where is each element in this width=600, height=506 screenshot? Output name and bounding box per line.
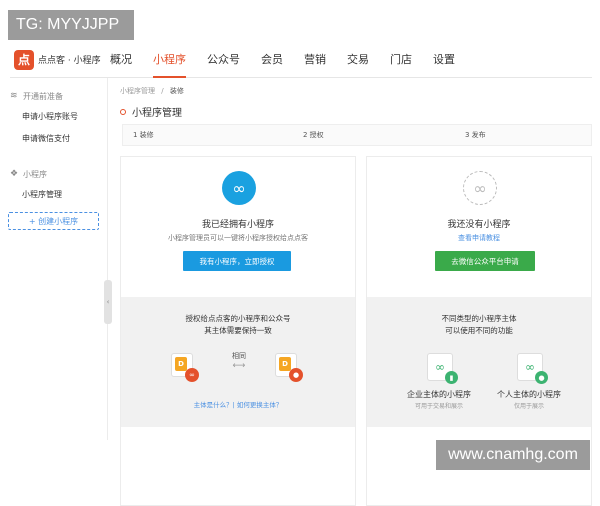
lower-title-line1: 不同类型的小程序主体 [441,314,517,323]
doc-account-icon: D ● [275,353,303,382]
enterprise-option-subtitle: 可用于交易和展示 [414,403,463,410]
nav-item-marketing[interactable]: 营销 [304,42,326,78]
sidebar-group-label: 开通前准备 [23,91,63,101]
sidebar-item-apply-account[interactable]: 申请小程序账号 [0,106,107,128]
same-label: 相同 [232,352,246,360]
nav-item-members[interactable]: 会员 [261,42,283,78]
apply-wechat-platform-button[interactable]: 去微信公众平台申请 [435,251,535,271]
personal-option-title: 个人主体的小程序 [497,390,561,399]
enterprise-option-title: 企业主体的小程序 [407,390,471,399]
page-title-text: 小程序管理 [132,108,182,119]
chart-badge-icon: ▮ [445,371,458,384]
double-arrow-icon: ⟷ [232,361,246,371]
page-title: 小程序管理 [120,104,182,119]
card-subtitle: 小程序管理员可以一键将小程序授权给点点客 [168,234,308,242]
breadcrumb-current: 装修 [169,87,184,95]
sidebar-item-apply-wechat-pay[interactable]: 申请微信支付 [0,128,107,150]
brand-logo[interactable]: 点 点点客 · 小程序 [14,49,110,70]
sidebar-group-label: 小程序 [23,169,47,179]
enterprise-miniprogram-icon: ∞ ▮ [427,353,458,384]
logo-mark-icon: 点 [14,49,34,70]
card-title: 我还没有小程序 [447,220,511,230]
breadcrumb: 小程序管理 / 装修 [120,86,184,96]
step-publish: 3 发布 [465,131,486,139]
person-badge-icon: ● [535,371,548,384]
nav-item-overview[interactable]: 概况 [110,42,132,78]
create-miniprogram-button[interactable]: + 创建小程序 [8,212,99,230]
doc-app-icon: D ∞ [171,353,199,382]
authorize-now-button[interactable]: 我有小程序，立即授权 [183,251,291,271]
progress-steps: 1 装修 2 授权 3 发布 [122,124,592,146]
nav-item-stores[interactable]: 门店 [390,42,412,78]
card-title: 我已经拥有小程序 [201,220,274,230]
same-arrows: 相同 ⟷ [213,351,265,371]
main-nav: 概况 小程序 公众号 会员 营销 交易 门店 设置 [110,42,476,78]
title-dot-icon [120,108,126,115]
nav-item-settings[interactable]: 设置 [433,42,455,78]
lower-title-line1: 授权给点点客的小程序和公众号 [185,314,291,323]
miniprogram-glyph-icon: ∞ [435,360,445,374]
entity-help-link[interactable]: 主体是什么？| 如何更换主体？ [121,399,355,409]
miniprogram-logo-icon: ∞ [222,171,256,205]
main-content: 小程序管理 / 装修 小程序管理 1 装修 2 授权 3 发布 ∞ 我已经拥有小… [112,78,592,506]
card-top: ∞ 我已经拥有小程序 小程序管理员可以一键将小程序授权给点点客 我有小程序，立即… [121,157,355,297]
breadcrumb-parent[interactable]: 小程序管理 [120,87,155,95]
lower-title-line2: 可以使用不同的功能 [445,326,513,335]
sidebar-group-miniprogram: ❖ 小程序 [0,164,107,184]
brand-name: 点点客 · 小程序 [38,56,101,66]
card-bottom: 授权给点点客的小程序和公众号 其主体需要保持一致 D ∞ 相同 ⟷ D ● 主体是什… [121,297,355,427]
step-authorize: 2 授权 [303,131,324,139]
breadcrumb-separator: / [161,87,164,95]
sidebar-collapse-handle[interactable]: ‹ [104,280,112,324]
apply-tutorial-link[interactable]: 查看申请教程 [367,233,591,243]
miniprogram-glyph-icon: ∞ [525,360,535,374]
top-navigation-bar: 点 点点客 · 小程序 概况 小程序 公众号 会员 营销 交易 门店 设置 [10,42,592,78]
link-badge-icon: ∞ [185,368,199,382]
sidebar: ≋ 开通前准备 申请小程序账号 申请微信支付 ❖ 小程序 小程序管理 + 创建小… [0,78,108,440]
watermark-top-left: TG: MYYJJPP [8,10,134,40]
nav-item-transactions[interactable]: 交易 [347,42,369,78]
cube-icon: ❖ [10,168,19,179]
nav-item-miniprogram[interactable]: 小程序 [153,42,186,78]
card-bottom: 不同类型的小程序主体 可以使用不同的功能 ∞ ▮ 企业主体的小程序 可用于交易和… [367,297,591,427]
miniprogram-placeholder-icon: ∞ [463,171,497,205]
personal-miniprogram-icon: ∞ ● [517,353,548,384]
personal-option-subtitle: 仅用于展示 [513,403,544,410]
person-badge-icon: ● [289,368,303,382]
step-decorate: 1 装修 [133,131,154,139]
sidebar-item-miniprogram-manage[interactable]: 小程序管理 [0,184,107,206]
watermark-bottom-right: www.cnamhg.com [436,440,590,470]
layers-icon: ≋ [10,90,18,101]
card-top: ∞ 我还没有小程序 查看申请教程 去微信公众平台申请 [367,157,591,297]
card-have-miniprogram: ∞ 我已经拥有小程序 小程序管理员可以一键将小程序授权给点点客 我有小程序，立即… [120,156,356,506]
lower-title-line2: 其主体需要保持一致 [204,326,272,335]
nav-item-official-account[interactable]: 公众号 [207,42,240,78]
sidebar-group-preparation: ≋ 开通前准备 [0,86,107,106]
